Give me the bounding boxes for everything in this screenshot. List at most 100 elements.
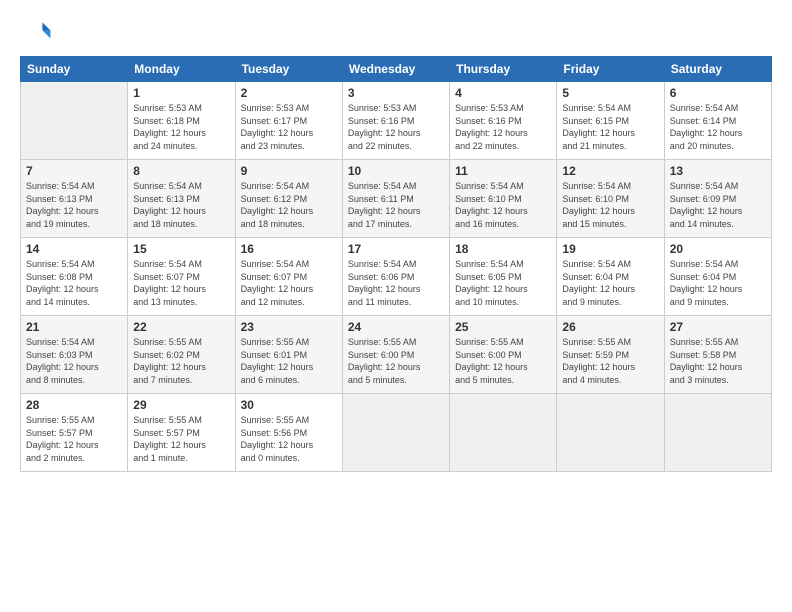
calendar-cell: 17 Sunrise: 5:54 AM Sunset: 6:06 PM Dayli… <box>342 238 449 316</box>
calendar-cell: 12 Sunrise: 5:54 AM Sunset: 6:10 PM Dayli… <box>557 160 664 238</box>
page: SundayMondayTuesdayWednesdayThursdayFrid… <box>0 0 792 612</box>
calendar-cell: 8 Sunrise: 5:54 AM Sunset: 6:13 PM Daylig… <box>128 160 235 238</box>
calendar-cell <box>342 394 449 472</box>
day-number: 11 <box>455 164 551 178</box>
calendar-body: 1 Sunrise: 5:53 AM Sunset: 6:18 PM Daylig… <box>21 82 772 472</box>
calendar-cell: 6Sunrise: 5:54 AM Sunset: 6:14 PM Daylig… <box>664 82 771 160</box>
day-header-saturday: Saturday <box>664 57 771 82</box>
day-header-wednesday: Wednesday <box>342 57 449 82</box>
day-info: Sunrise: 5:55 AM Sunset: 6:00 PM Dayligh… <box>455 336 551 386</box>
day-info: Sunrise: 5:54 AM Sunset: 6:07 PM Dayligh… <box>241 258 337 308</box>
calendar-cell: 27 Sunrise: 5:55 AM Sunset: 5:58 PM Dayli… <box>664 316 771 394</box>
day-info: Sunrise: 5:54 AM Sunset: 6:04 PM Dayligh… <box>562 258 658 308</box>
calendar-cell <box>21 82 128 160</box>
logo-icon <box>20 16 52 48</box>
day-info: Sunrise: 5:55 AM Sunset: 6:00 PM Dayligh… <box>348 336 444 386</box>
week-row-4: 21Sunrise: 5:54 AM Sunset: 6:03 PM Dayli… <box>21 316 772 394</box>
calendar-cell: 24 Sunrise: 5:55 AM Sunset: 6:00 PM Dayli… <box>342 316 449 394</box>
calendar-cell: 30 Sunrise: 5:55 AM Sunset: 5:56 PM Dayli… <box>235 394 342 472</box>
calendar-cell: 2Sunrise: 5:53 AM Sunset: 6:17 PM Daylig… <box>235 82 342 160</box>
calendar-cell: 28 Sunrise: 5:55 AM Sunset: 5:57 PM Dayli… <box>21 394 128 472</box>
day-info: Sunrise: 5:55 AM Sunset: 5:56 PM Dayligh… <box>241 414 337 464</box>
day-header-tuesday: Tuesday <box>235 57 342 82</box>
day-info: Sunrise: 5:54 AM Sunset: 6:10 PM Dayligh… <box>455 180 551 230</box>
day-info: Sunrise: 5:54 AM Sunset: 6:04 PM Dayligh… <box>670 258 766 308</box>
day-info: Sunrise: 5:54 AM Sunset: 6:12 PM Dayligh… <box>241 180 337 230</box>
day-number: 1 <box>133 86 229 100</box>
day-info: Sunrise: 5:54 AM Sunset: 6:11 PM Dayligh… <box>348 180 444 230</box>
calendar-cell: 11 Sunrise: 5:54 AM Sunset: 6:10 PM Dayli… <box>450 160 557 238</box>
day-info: Sunrise: 5:54 AM Sunset: 6:13 PM Dayligh… <box>26 180 122 230</box>
day-info: Sunrise: 5:55 AM Sunset: 5:57 PM Dayligh… <box>133 414 229 464</box>
calendar-cell: 26Sunrise: 5:55 AM Sunset: 5:59 PM Dayli… <box>557 316 664 394</box>
day-info: Sunrise: 5:53 AM Sunset: 6:16 PM Dayligh… <box>348 102 444 152</box>
day-info: Sunrise: 5:55 AM Sunset: 5:57 PM Dayligh… <box>26 414 122 464</box>
day-info: Sunrise: 5:54 AM Sunset: 6:15 PM Dayligh… <box>562 102 658 152</box>
day-info: Sunrise: 5:53 AM Sunset: 6:17 PM Dayligh… <box>241 102 337 152</box>
day-number: 22 <box>133 320 229 334</box>
day-number: 8 <box>133 164 229 178</box>
day-number: 28 <box>26 398 122 412</box>
week-row-1: 1 Sunrise: 5:53 AM Sunset: 6:18 PM Daylig… <box>21 82 772 160</box>
calendar-cell: 23Sunrise: 5:55 AM Sunset: 6:01 PM Dayli… <box>235 316 342 394</box>
day-number: 5 <box>562 86 658 100</box>
calendar-cell: 20 Sunrise: 5:54 AM Sunset: 6:04 PM Dayli… <box>664 238 771 316</box>
calendar-cell: 13 Sunrise: 5:54 AM Sunset: 6:09 PM Dayli… <box>664 160 771 238</box>
day-number: 29 <box>133 398 229 412</box>
calendar-cell: 18 Sunrise: 5:54 AM Sunset: 6:05 PM Dayli… <box>450 238 557 316</box>
day-info: Sunrise: 5:55 AM Sunset: 6:02 PM Dayligh… <box>133 336 229 386</box>
calendar-cell: 5 Sunrise: 5:54 AM Sunset: 6:15 PM Daylig… <box>557 82 664 160</box>
day-number: 15 <box>133 242 229 256</box>
calendar-cell: 14 Sunrise: 5:54 AM Sunset: 6:08 PM Dayli… <box>21 238 128 316</box>
day-number: 30 <box>241 398 337 412</box>
calendar-cell: 29 Sunrise: 5:55 AM Sunset: 5:57 PM Dayli… <box>128 394 235 472</box>
calendar-cell: 15 Sunrise: 5:54 AM Sunset: 6:07 PM Dayli… <box>128 238 235 316</box>
day-info: Sunrise: 5:55 AM Sunset: 6:01 PM Dayligh… <box>241 336 337 386</box>
day-info: Sunrise: 5:54 AM Sunset: 6:07 PM Dayligh… <box>133 258 229 308</box>
calendar-cell: 3Sunrise: 5:53 AM Sunset: 6:16 PM Daylig… <box>342 82 449 160</box>
calendar-cell: 16 Sunrise: 5:54 AM Sunset: 6:07 PM Dayli… <box>235 238 342 316</box>
day-number: 25 <box>455 320 551 334</box>
calendar-cell: 10 Sunrise: 5:54 AM Sunset: 6:11 PM Dayli… <box>342 160 449 238</box>
day-number: 14 <box>26 242 122 256</box>
calendar-header: SundayMondayTuesdayWednesdayThursdayFrid… <box>21 57 772 82</box>
day-number: 4 <box>455 86 551 100</box>
day-info: Sunrise: 5:54 AM Sunset: 6:05 PM Dayligh… <box>455 258 551 308</box>
day-info: Sunrise: 5:54 AM Sunset: 6:08 PM Dayligh… <box>26 258 122 308</box>
day-number: 9 <box>241 164 337 178</box>
week-row-5: 28 Sunrise: 5:55 AM Sunset: 5:57 PM Dayli… <box>21 394 772 472</box>
calendar-table: SundayMondayTuesdayWednesdayThursdayFrid… <box>20 56 772 472</box>
day-number: 12 <box>562 164 658 178</box>
day-header-monday: Monday <box>128 57 235 82</box>
day-info: Sunrise: 5:55 AM Sunset: 5:58 PM Dayligh… <box>670 336 766 386</box>
day-number: 16 <box>241 242 337 256</box>
day-number: 10 <box>348 164 444 178</box>
week-row-3: 14 Sunrise: 5:54 AM Sunset: 6:08 PM Dayli… <box>21 238 772 316</box>
day-info: Sunrise: 5:54 AM Sunset: 6:10 PM Dayligh… <box>562 180 658 230</box>
day-info: Sunrise: 5:54 AM Sunset: 6:06 PM Dayligh… <box>348 258 444 308</box>
day-info: Sunrise: 5:54 AM Sunset: 6:14 PM Dayligh… <box>670 102 766 152</box>
calendar-cell: 4Sunrise: 5:53 AM Sunset: 6:16 PM Daylig… <box>450 82 557 160</box>
logo <box>20 16 56 48</box>
calendar-cell <box>557 394 664 472</box>
calendar-cell: 7Sunrise: 5:54 AM Sunset: 6:13 PM Daylig… <box>21 160 128 238</box>
day-header-thursday: Thursday <box>450 57 557 82</box>
calendar-cell <box>450 394 557 472</box>
day-number: 27 <box>670 320 766 334</box>
day-info: Sunrise: 5:53 AM Sunset: 6:18 PM Dayligh… <box>133 102 229 152</box>
calendar-cell: 22 Sunrise: 5:55 AM Sunset: 6:02 PM Dayli… <box>128 316 235 394</box>
day-header-sunday: Sunday <box>21 57 128 82</box>
day-number: 20 <box>670 242 766 256</box>
week-row-2: 7Sunrise: 5:54 AM Sunset: 6:13 PM Daylig… <box>21 160 772 238</box>
day-number: 26 <box>562 320 658 334</box>
day-info: Sunrise: 5:54 AM Sunset: 6:13 PM Dayligh… <box>133 180 229 230</box>
day-number: 17 <box>348 242 444 256</box>
day-info: Sunrise: 5:54 AM Sunset: 6:03 PM Dayligh… <box>26 336 122 386</box>
calendar-cell <box>664 394 771 472</box>
day-number: 18 <box>455 242 551 256</box>
day-number: 24 <box>348 320 444 334</box>
day-info: Sunrise: 5:54 AM Sunset: 6:09 PM Dayligh… <box>670 180 766 230</box>
header-row: SundayMondayTuesdayWednesdayThursdayFrid… <box>21 57 772 82</box>
calendar-cell: 25 Sunrise: 5:55 AM Sunset: 6:00 PM Dayli… <box>450 316 557 394</box>
day-number: 13 <box>670 164 766 178</box>
